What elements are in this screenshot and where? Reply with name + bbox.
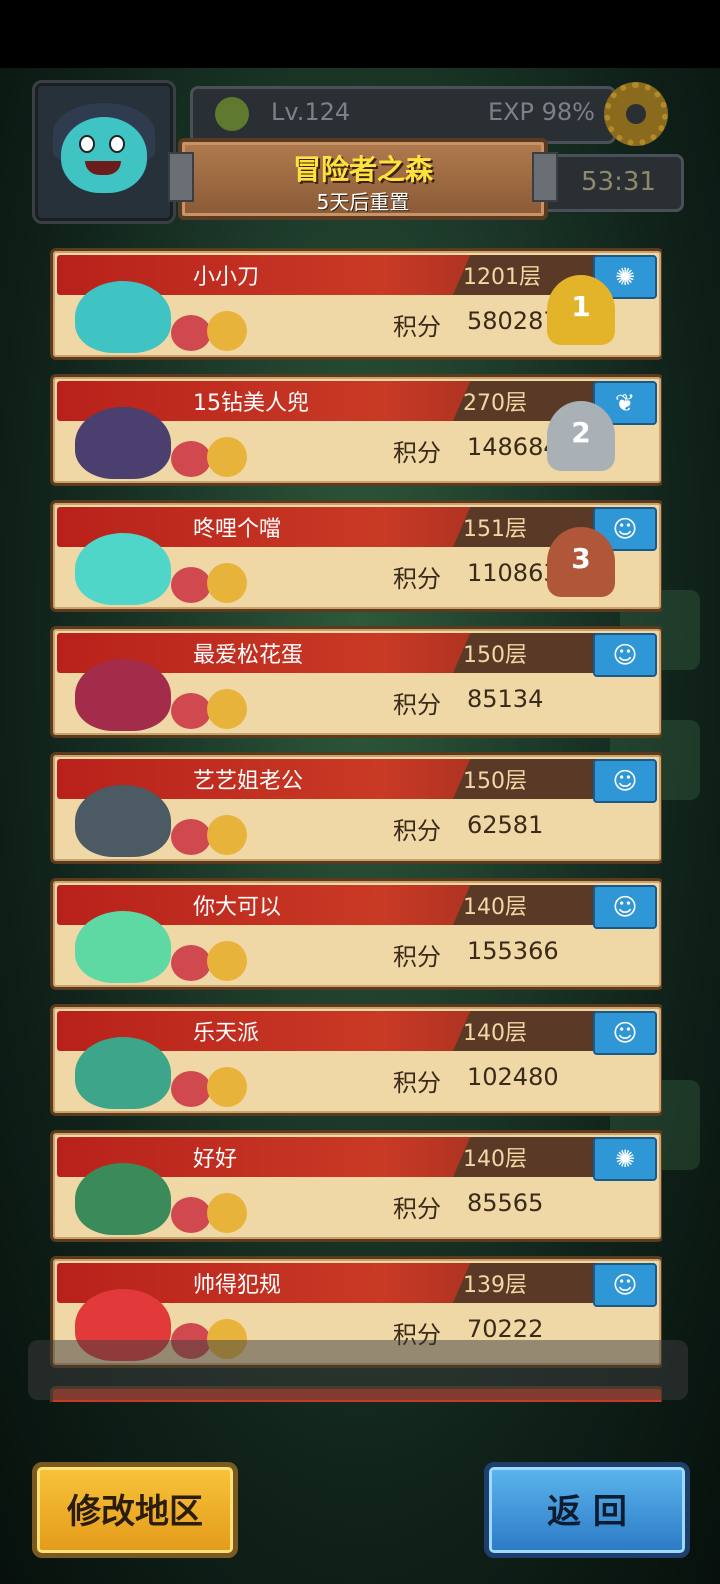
spiral-icon[interactable]: ✺ xyxy=(593,1137,657,1181)
score-label: 积分 xyxy=(393,1069,441,1097)
floor-count: 140层 xyxy=(463,895,527,920)
top-black-bar xyxy=(0,0,720,68)
score-label: 积分 xyxy=(393,439,441,467)
leaderboard-row[interactable]: 好好 140层 ✺ 积分 85565 xyxy=(50,1130,662,1242)
pet-avatar xyxy=(207,1193,247,1233)
score-value: 155366 xyxy=(467,937,559,965)
player-name: 乐天派 xyxy=(193,1021,260,1046)
pet-avatar xyxy=(207,815,247,855)
player-name: 15钻美人兜 xyxy=(193,391,309,416)
player-name: 你大可以 xyxy=(193,895,282,920)
score-label: 积分 xyxy=(393,1195,441,1223)
page-title: 冒险者之森 xyxy=(292,153,433,186)
pet-avatar xyxy=(171,1197,211,1233)
clover-icon xyxy=(215,97,249,131)
pet-avatar xyxy=(207,1067,247,1107)
score-value: 580287 xyxy=(467,307,559,335)
floor-count: 140层 xyxy=(463,1021,527,1046)
gear-icon[interactable] xyxy=(604,82,668,146)
score-value: 70222 xyxy=(467,1315,544,1343)
hero-avatar xyxy=(75,1163,171,1235)
floor-count: 139层 xyxy=(463,1273,527,1298)
pet-avatar xyxy=(171,567,211,603)
hero-avatar xyxy=(75,659,171,731)
score-value: 62581 xyxy=(467,811,544,839)
hero-avatar xyxy=(75,281,171,353)
avatar-slime xyxy=(61,117,147,193)
bronze-trophy-icon: 3 xyxy=(547,527,615,597)
pet-avatar xyxy=(171,441,211,477)
avatar-mouth xyxy=(85,161,121,175)
timer-text: 53:31 xyxy=(581,167,656,197)
title-plaque: 冒险者之森 5天后重置 xyxy=(168,138,558,220)
silver-trophy-icon: 2 xyxy=(547,401,615,471)
leaderboard-row[interactable]: 最爱松花蛋 150层 ☺ 积分 85134 xyxy=(50,626,662,738)
score-value: 85134 xyxy=(467,685,544,713)
floor-count: 151层 xyxy=(463,517,527,542)
gold-trophy-icon: 1 xyxy=(547,275,615,345)
score-value: 110863 xyxy=(467,559,559,587)
score-label: 积分 xyxy=(393,565,441,593)
pet-avatar xyxy=(171,315,211,351)
score-label: 积分 xyxy=(393,943,441,971)
player-name: 艺艺姐老公 xyxy=(193,769,304,794)
pet-avatar xyxy=(171,945,211,981)
avatar-eye xyxy=(109,135,125,153)
score-label: 积分 xyxy=(393,691,441,719)
leaderboard-row[interactable]: 乐天派 140层 ☺ 积分 102480 xyxy=(50,1004,662,1116)
pet-avatar xyxy=(171,819,211,855)
player-name: 咚哩个噹 xyxy=(193,517,282,542)
pet-avatar xyxy=(171,693,211,729)
hero-avatar xyxy=(75,785,171,857)
back-button[interactable]: 返 回 xyxy=(484,1462,690,1558)
leaderboard-row[interactable]: 15钻美人兜 270层 ❦ 积分 148684 2 xyxy=(50,374,662,486)
level-text: Lv.124 xyxy=(271,98,351,126)
slime-icon[interactable]: ☺ xyxy=(593,1011,657,1055)
player-name: 最爱松花蛋 xyxy=(193,643,304,668)
floor-count: 140层 xyxy=(463,1147,527,1172)
hero-avatar xyxy=(75,911,171,983)
hero-avatar xyxy=(75,533,171,605)
score-label: 积分 xyxy=(393,313,441,341)
score-value: 85565 xyxy=(467,1189,544,1217)
slime-icon[interactable]: ☺ xyxy=(593,633,657,677)
floor-count: 1201层 xyxy=(463,265,541,290)
exp-text: EXP 98% xyxy=(487,98,595,126)
leaderboard-list[interactable]: 小小刀 1201层 ✺ 积分 580287 1 15钻美人兜 270层 ❦ 积分 148684 2 咚哩… xyxy=(50,248,662,1402)
hero-avatar xyxy=(75,1037,171,1109)
score-value: 102480 xyxy=(467,1063,559,1091)
slime-icon[interactable]: ☺ xyxy=(593,885,657,929)
player-name: 小小刀 xyxy=(193,265,260,290)
player-avatar[interactable] xyxy=(32,80,176,224)
player-name: 帅得犯规 xyxy=(193,1273,282,1298)
pet-avatar xyxy=(171,1071,211,1107)
pet-avatar xyxy=(207,941,247,981)
pet-avatar xyxy=(207,689,247,729)
floor-count: 150层 xyxy=(463,643,527,668)
leaderboard-row[interactable]: 咚哩个噹 151层 ☺ 积分 110863 3 xyxy=(50,500,662,612)
chat-strip[interactable] xyxy=(28,1340,688,1400)
player-name: 好好 xyxy=(193,1147,238,1172)
pet-avatar xyxy=(207,437,247,477)
score-value: 148684 xyxy=(467,433,559,461)
page-subtitle: 5天后重置 xyxy=(316,190,410,214)
level-bar: Lv.124 EXP 98% xyxy=(190,86,616,144)
floor-count: 150层 xyxy=(463,769,527,794)
leaderboard-row[interactable]: 你大可以 140层 ☺ 积分 155366 xyxy=(50,878,662,990)
leaderboard-row[interactable]: 艺艺姐老公 150层 ☺ 积分 62581 xyxy=(50,752,662,864)
hero-avatar xyxy=(75,407,171,479)
score-label: 积分 xyxy=(393,817,441,845)
slime-icon[interactable]: ☺ xyxy=(593,1263,657,1307)
change-region-button[interactable]: 修改地区 xyxy=(32,1462,238,1558)
floor-count: 270层 xyxy=(463,391,527,416)
slime-icon[interactable]: ☺ xyxy=(593,759,657,803)
leaderboard-row[interactable]: 小小刀 1201层 ✺ 积分 580287 1 xyxy=(50,248,662,360)
avatar-eye xyxy=(79,135,95,153)
pet-avatar xyxy=(207,563,247,603)
pet-avatar xyxy=(207,311,247,351)
